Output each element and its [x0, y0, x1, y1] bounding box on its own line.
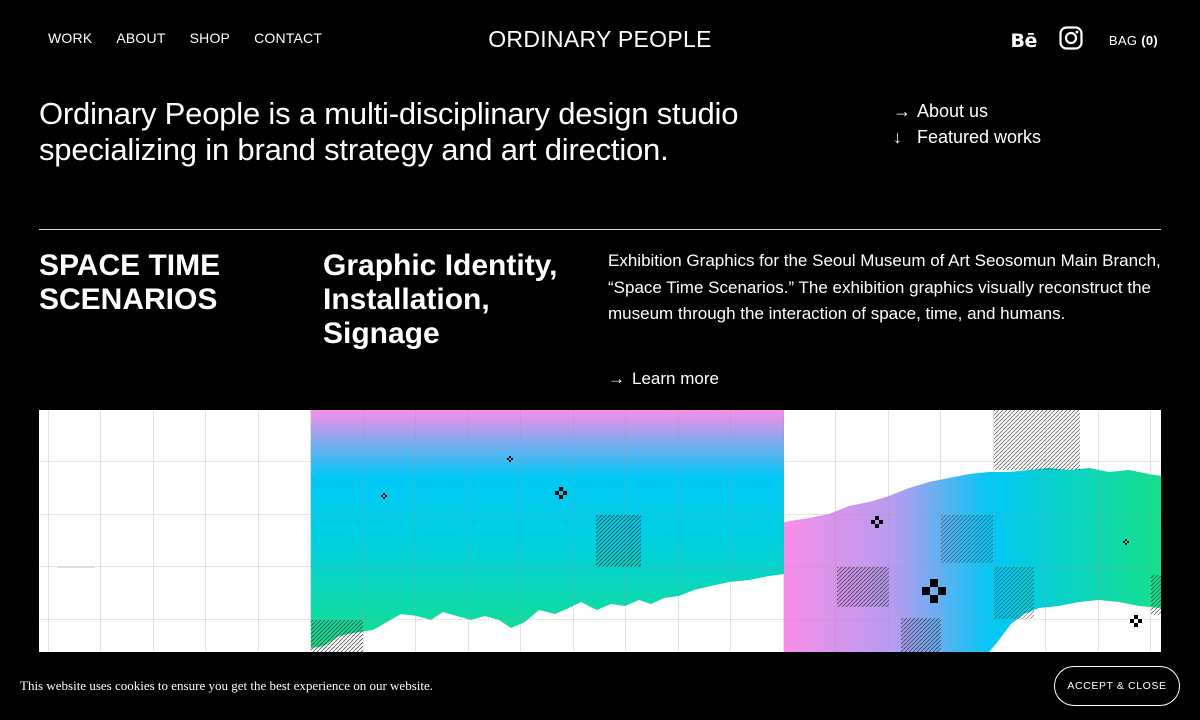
- intro-statement: Ordinary People is a multi-disciplinary …: [39, 96, 739, 167]
- nav-shop[interactable]: SHOP: [190, 30, 230, 46]
- project-description: Exhibition Graphics for the Seoul Museum…: [608, 251, 1161, 323]
- bag-button[interactable]: BAG (0): [1109, 33, 1158, 48]
- project-type: Graphic Identity, Installation, Signage: [323, 249, 558, 350]
- learn-more-link[interactable]: → Learn more: [608, 369, 719, 389]
- section-divider: [39, 229, 1161, 230]
- nav-about[interactable]: ABOUT: [116, 30, 165, 46]
- featured-works-link[interactable]: ↓ Featured works: [893, 124, 1041, 150]
- bag-count: (0): [1141, 33, 1158, 48]
- about-us-link[interactable]: → About us: [893, 98, 1041, 124]
- quick-links: → About us ↓ Featured works: [893, 98, 1041, 150]
- project-artwork[interactable]: [39, 410, 1161, 652]
- about-us-label: About us: [917, 101, 989, 121]
- nav-contact[interactable]: CONTACT: [254, 30, 322, 46]
- bag-label: BAG: [1108, 33, 1138, 48]
- accept-cookies-button[interactable]: ACCEPT & CLOSE: [1054, 666, 1180, 706]
- arrow-right-icon: →: [893, 101, 911, 121]
- cookie-banner: This website uses cookies to ensure you …: [0, 652, 1200, 720]
- site-logo[interactable]: ORDINARY PEOPLE: [488, 26, 712, 52]
- behance-icon[interactable]: Bē: [1011, 30, 1038, 52]
- instagram-icon[interactable]: [1059, 26, 1083, 55]
- arrow-right-icon: →: [608, 369, 625, 388]
- project-title[interactable]: SPACE TIME SCENARIOS: [39, 249, 299, 317]
- learn-more-label: Learn more: [632, 369, 719, 388]
- featured-works-label: Featured works: [917, 127, 1042, 147]
- main-nav: WORK ABOUT SHOP CONTACT: [48, 30, 322, 46]
- arrow-down-icon: ↓: [893, 127, 902, 147]
- cookie-message: This website uses cookies to ensure you …: [20, 678, 433, 693]
- nav-work[interactable]: WORK: [48, 30, 92, 46]
- header-right: Bē BAG (0): [1011, 26, 1158, 55]
